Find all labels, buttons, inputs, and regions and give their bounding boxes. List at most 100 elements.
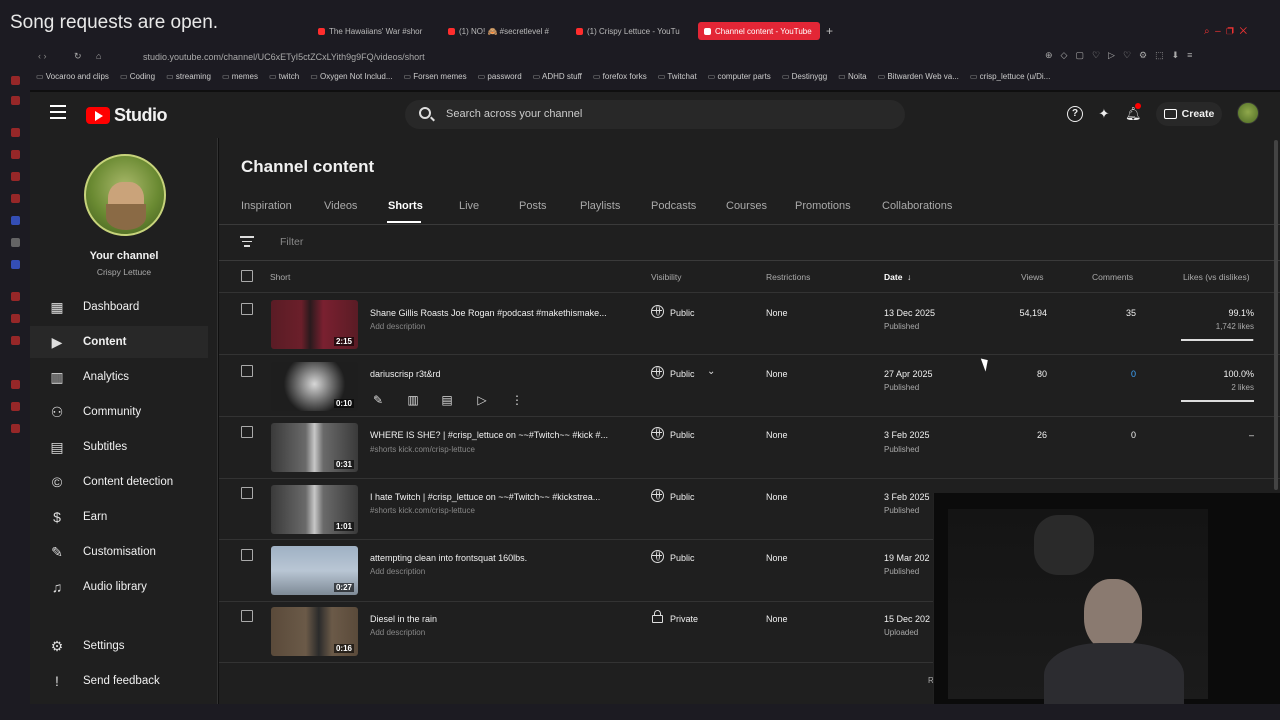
video-title[interactable]: WHERE IS SHE? | #crisp_lettuce on ~~#Twi… [370, 430, 608, 440]
bookmark-item[interactable]: ADHD stuff [533, 72, 582, 86]
sidebar-app-icon[interactable] [11, 76, 20, 85]
bookmark-item[interactable]: Noita [838, 72, 867, 86]
scrollbar[interactable] [1274, 140, 1278, 490]
edit-icon[interactable]: ✎ [370, 392, 386, 408]
video-description[interactable]: #shorts kick.com/crisp-lettuce [370, 506, 475, 515]
column-header-visibility[interactable]: Visibility [651, 272, 682, 282]
comments-value[interactable]: 35 [1076, 308, 1136, 318]
sidebar-item-earn[interactable]: $ Earn [30, 501, 208, 533]
video-title[interactable]: attempting clean into frontsquat 160lbs. [370, 553, 527, 563]
window-controls-icon[interactable]: ⌕ – ❐ ✕ [1204, 22, 1247, 40]
sidebar-item-dashboard[interactable]: ▦ Dashboard [30, 291, 208, 323]
visibility-value[interactable]: Public [670, 308, 695, 318]
video-thumbnail[interactable]: 2:15 [271, 300, 358, 349]
more-options-icon[interactable]: ⋮ [509, 392, 525, 408]
video-thumbnail[interactable]: 0:27 [271, 546, 358, 595]
sidebar-app-icon[interactable] [11, 402, 20, 411]
sidebar-item-audio-library[interactable]: ♫ Audio library [30, 571, 208, 603]
notifications-icon[interactable]: 🔔︎ [1125, 103, 1142, 122]
sidebar-item-community[interactable]: ⚇ Community [30, 396, 208, 428]
sidebar-app-icon[interactable] [11, 336, 20, 345]
video-thumbnail[interactable]: 0:31 [271, 423, 358, 472]
studio-logo[interactable]: Studio [86, 105, 168, 126]
analytics-icon[interactable]: ▥ [405, 392, 421, 408]
sidebar-app-icon[interactable] [11, 424, 20, 433]
row-checkbox[interactable] [241, 487, 253, 499]
sidebar-app-icon[interactable] [11, 380, 20, 389]
sidebar-item-analytics[interactable]: ▥ Analytics [30, 361, 208, 393]
bookmark-item[interactable]: Bitwarden Web va... [878, 72, 958, 86]
sidebar-app-icon[interactable] [11, 260, 20, 269]
visibility-value[interactable]: Public [670, 430, 695, 440]
search-input[interactable]: Search across your channel [405, 100, 905, 129]
video-title[interactable]: Diesel in the rain [370, 614, 437, 624]
video-description[interactable]: Add description [370, 567, 425, 576]
tab-courses[interactable]: Courses [726, 200, 767, 212]
video-title[interactable]: I hate Twitch | #crisp_lettuce on ~~#Twi… [370, 492, 600, 502]
sidebar-app-icon[interactable] [11, 216, 20, 225]
tab-inspiration[interactable]: Inspiration [241, 200, 292, 212]
back-forward-icon[interactable]: ‹ › [38, 51, 47, 61]
column-header-views[interactable]: Views [1021, 272, 1044, 282]
sidebar-item-content[interactable]: ▶ Content [30, 326, 208, 358]
video-thumbnail[interactable]: 0:16 [271, 607, 358, 656]
filter-icon[interactable] [240, 236, 254, 248]
sidebar-item-subtitles[interactable]: ▤ Subtitles [30, 431, 208, 463]
row-checkbox[interactable] [241, 365, 253, 377]
tab-posts[interactable]: Posts [519, 200, 547, 212]
sidebar-item-content-detection[interactable]: © Content detection [30, 466, 208, 498]
sidebar-item-send-feedback[interactable]: ! Send feedback [30, 665, 208, 697]
bookmark-item[interactable]: computer parts [708, 72, 770, 86]
bookmark-item[interactable]: Coding [120, 72, 155, 86]
comments-value[interactable]: 0 [1076, 430, 1136, 440]
column-header-comments[interactable]: Comments [1092, 272, 1133, 282]
sidebar-app-icon[interactable] [11, 150, 20, 159]
tab-live[interactable]: Live [459, 200, 479, 212]
video-description[interactable]: Add description [370, 628, 425, 637]
browser-tab[interactable]: The Hawaiians' War #shor [318, 22, 436, 40]
comments-value[interactable]: 0 [1076, 369, 1136, 379]
browser-tab-active[interactable]: Channel content - YouTube [698, 22, 820, 40]
browser-toolbar-icons[interactable]: ⊕◇▢♡▷♡⚙⬚⬇≡ [1045, 50, 1200, 61]
sidebar-app-icon[interactable] [11, 96, 20, 105]
channel-avatar[interactable] [84, 154, 166, 236]
sidebar-item-settings[interactable]: ⚙ Settings [30, 630, 208, 662]
visibility-value[interactable]: Private [670, 614, 698, 624]
bookmark-item[interactable]: twitch [269, 72, 299, 86]
select-all-checkbox[interactable] [241, 270, 253, 282]
sidebar-app-icon[interactable] [11, 128, 20, 137]
tab-promotions[interactable]: Promotions [795, 200, 851, 212]
video-title[interactable]: Shane Gillis Roasts Joe Rogan #podcast #… [370, 308, 607, 318]
sidebar-app-icon[interactable] [11, 194, 20, 203]
create-button[interactable]: Create [1156, 102, 1222, 126]
menu-icon[interactable] [50, 105, 66, 119]
row-checkbox[interactable] [241, 426, 253, 438]
row-checkbox[interactable] [241, 549, 253, 561]
column-header-date[interactable]: Date [884, 272, 902, 282]
sparkle-icon[interactable]: ✦ [1096, 106, 1112, 122]
tab-videos[interactable]: Videos [324, 200, 357, 212]
column-header-likes[interactable]: Likes (vs dislikes) [1183, 272, 1250, 282]
bookmark-item[interactable]: Vocaroo and clips [36, 72, 109, 86]
comments-icon[interactable]: ▤ [439, 392, 455, 408]
sort-down-icon[interactable]: ↓ [907, 272, 911, 282]
video-description[interactable]: Add description [370, 322, 425, 331]
tab-shorts[interactable]: Shorts [388, 200, 423, 212]
bookmark-item[interactable]: Destinygg [782, 72, 828, 86]
video-title[interactable]: dariuscrisp r3t&rd [370, 369, 441, 379]
bookmark-item[interactable]: streaming [166, 72, 211, 86]
bookmark-item[interactable]: forefox forks [593, 72, 647, 86]
chevron-down-icon[interactable]: ⌄ [707, 366, 715, 377]
bookmark-item[interactable]: password [478, 72, 521, 86]
visibility-value[interactable]: Public [670, 553, 695, 563]
video-thumbnail[interactable]: 0:10 [271, 362, 358, 411]
visibility-value[interactable]: Public [670, 492, 695, 502]
video-description[interactable]: #shorts kick.com/crisp-lettuce [370, 445, 475, 454]
tab-collaborations[interactable]: Collaborations [882, 200, 952, 212]
row-checkbox[interactable] [241, 303, 253, 315]
vpn-icon[interactable]: ⌂ [96, 51, 101, 61]
bookmark-item[interactable]: crisp_lettuce (u/Di... [970, 72, 1051, 86]
url-text[interactable]: studio.youtube.com/channel/UC6xETyI5ctZC… [143, 52, 425, 62]
bookmark-item[interactable]: Forsen memes [404, 72, 466, 86]
youtube-icon[interactable]: ▷ [474, 392, 490, 408]
